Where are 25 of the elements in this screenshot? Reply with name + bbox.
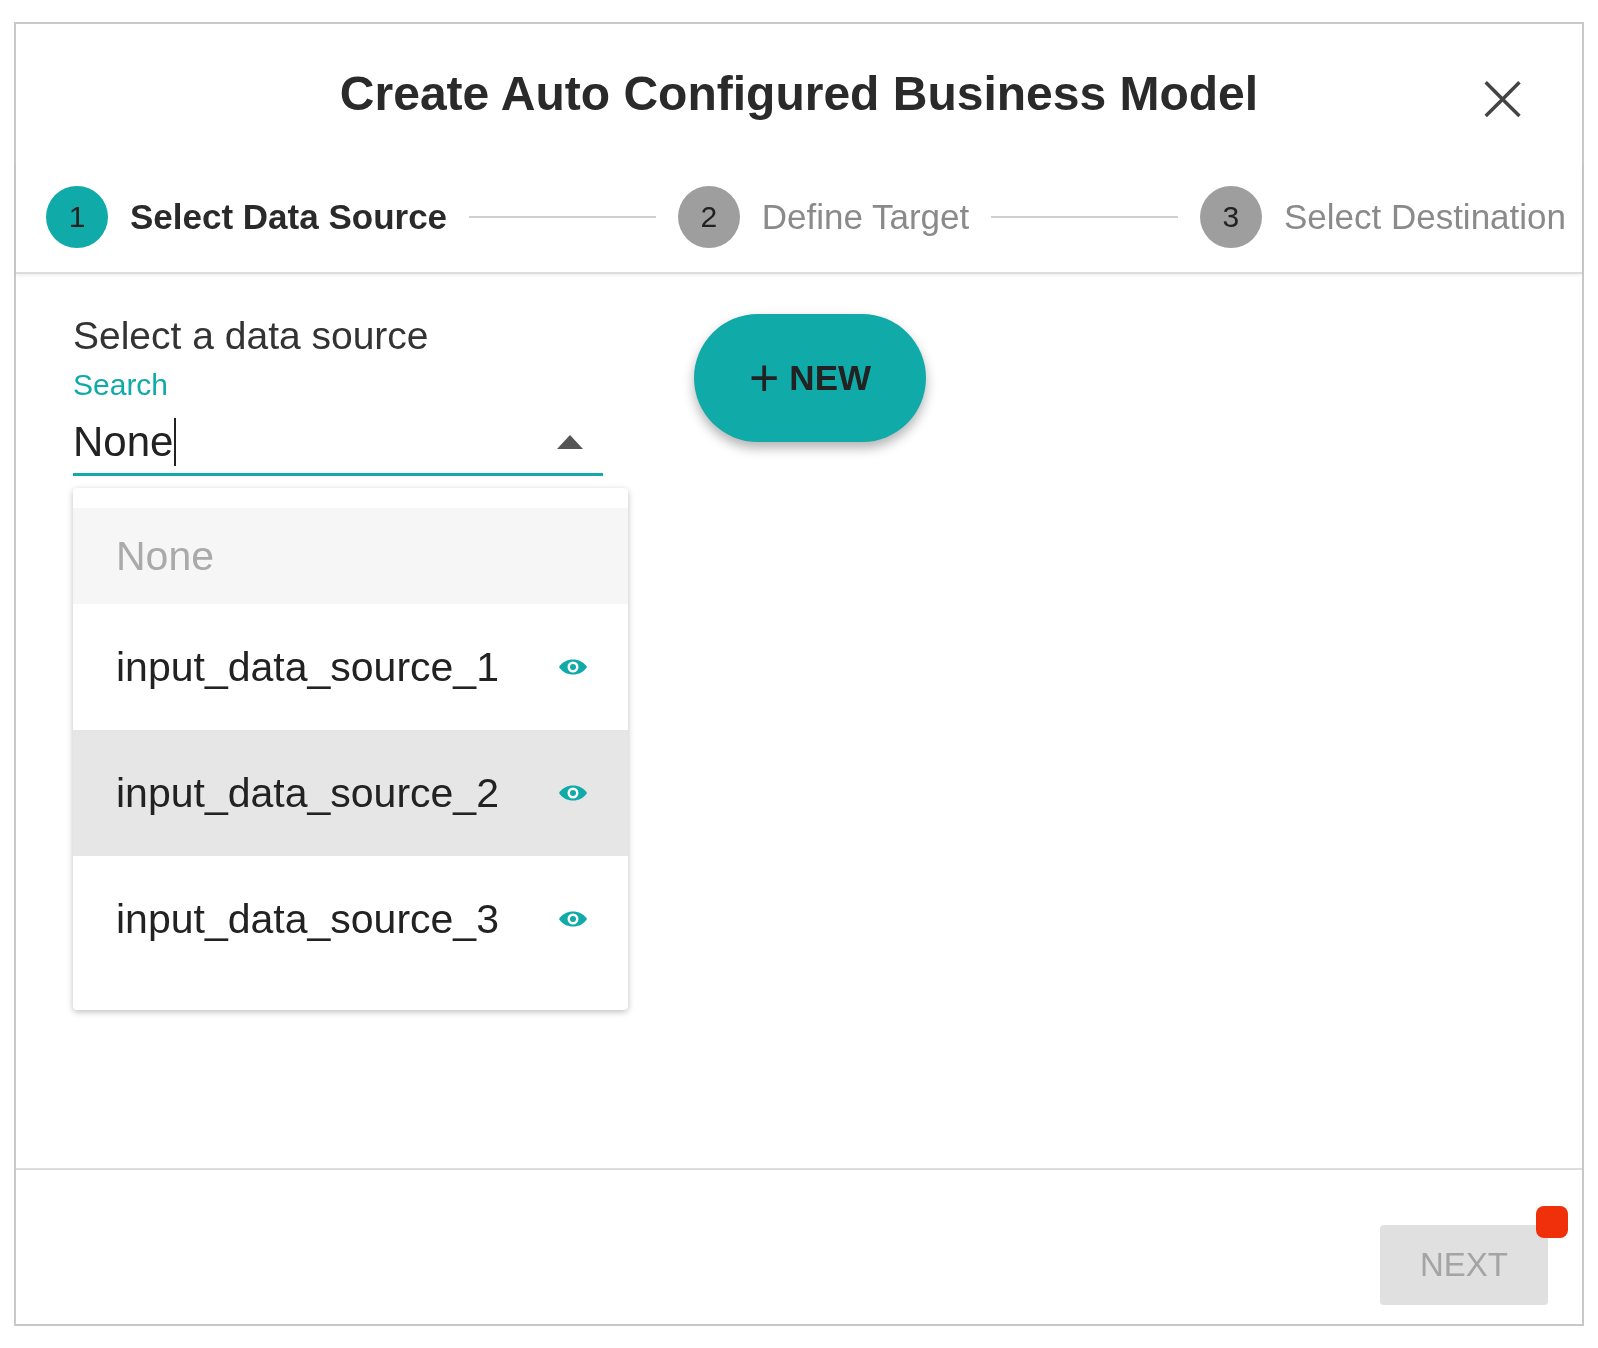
step-label: Select Destination [1283,197,1566,237]
eye-icon[interactable] [558,657,588,677]
dropdown-option[interactable]: input_data_source_2 [73,730,628,856]
field-heading: Select a data source [73,314,430,358]
eye-icon[interactable] [558,783,588,803]
step-number: 1 [46,186,108,248]
dropdown-option[interactable]: input_data_source_1 [73,604,628,730]
step-tab[interactable]: 2 Define Target [677,186,970,248]
dialog-title: Create Auto Configured Business Model [339,65,1259,121]
step-number: 3 [1199,186,1262,248]
dropdown-option[interactable]: input_data_source_3 [73,856,628,982]
step-label: Define Target [761,197,970,237]
option-label: input_data_source_3 [116,895,499,943]
step-label: Select Data Source [130,197,448,237]
eye-icon[interactable] [558,909,588,929]
close-button[interactable]: × [1473,62,1532,132]
option-label: input_data_source_2 [116,769,499,817]
field-label: Search [73,368,170,402]
new-button[interactable]: + NEW [694,314,926,442]
step-number: 2 [677,186,740,248]
step-tab[interactable]: 1 Select Data Source [46,186,448,248]
option-label: None [116,532,214,580]
step-tab[interactable]: 3 Select Destination [1199,186,1566,248]
option-label: input_data_source_1 [116,643,499,691]
search-field[interactable]: None [73,410,603,476]
